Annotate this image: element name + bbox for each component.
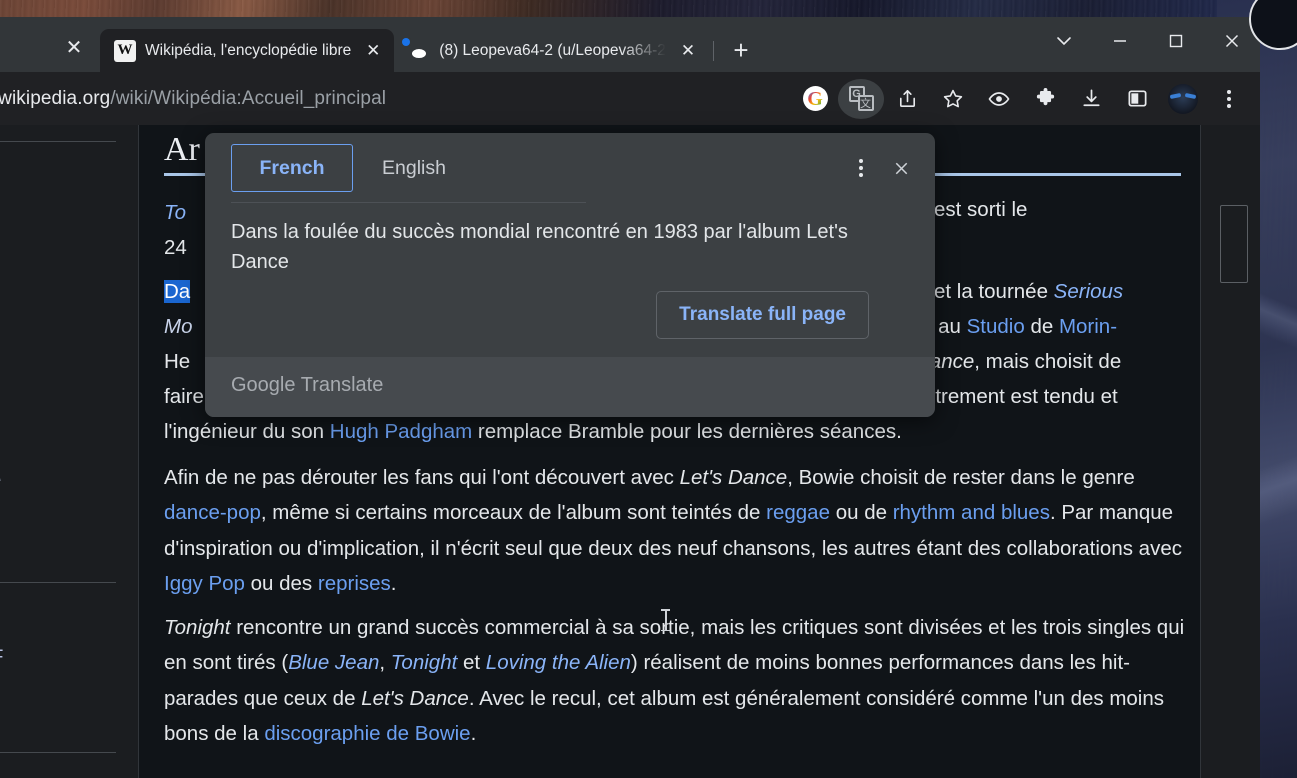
- translate-bubble: French English Dans la foulée du succès …: [205, 133, 935, 417]
- tab-title: (8) Leopeva64-2 (u/Leopeva64-2: [439, 42, 666, 60]
- translate-full-page-button[interactable]: Translate full page: [656, 291, 869, 339]
- toolbar-actions: G G文: [792, 79, 1252, 119]
- reddit-icon: [408, 40, 430, 62]
- url-path: /wiki/Wikipédia:Accueil_principal: [110, 88, 386, 109]
- tab-wikipedia[interactable]: W Wikipédia, l'encyclopédie libre ✕: [100, 29, 394, 72]
- maximize-icon[interactable]: [1148, 17, 1204, 64]
- tab-separator: [713, 41, 714, 61]
- translate-preview-text: Dans la foulée du succès mondial rencont…: [231, 217, 909, 277]
- tab-search-chevron-down-icon[interactable]: [1036, 17, 1092, 64]
- translate-bubble-body: Dans la foulée du succès mondial rencont…: [205, 203, 935, 357]
- hidden-line-4-text: Mo: [164, 315, 192, 338]
- translate-icon[interactable]: G文: [838, 79, 884, 119]
- scrollbar-thumb[interactable]: [1220, 205, 1248, 283]
- downloads-icon[interactable]: [1068, 79, 1114, 119]
- google-translate-label: Google Translate: [231, 374, 383, 396]
- paragraph-3: Tonight rencontre un grand succès commer…: [164, 610, 1192, 752]
- link-discographie-de-bowie[interactable]: discographie de Bowie: [264, 722, 470, 745]
- hidden-line-2-text: 24: [164, 236, 187, 259]
- profile-avatar[interactable]: [1160, 79, 1206, 119]
- hidden-line-1-text: To: [164, 201, 186, 224]
- link-blue-jean[interactable]: Blue Jean: [288, 651, 379, 674]
- bookmark-star-icon[interactable]: [930, 79, 976, 119]
- side-panel-icon[interactable]: [1114, 79, 1160, 119]
- link-hugh-padgham[interactable]: Hugh Padgham: [330, 420, 472, 443]
- link-reprises[interactable]: reprises: [318, 572, 391, 595]
- translate-close-icon[interactable]: [881, 148, 921, 188]
- link-tonight[interactable]: Tonight: [391, 651, 458, 674]
- eye-icon[interactable]: [976, 79, 1022, 119]
- right-fragment-1: est sorti le: [934, 192, 1192, 227]
- rail-divider: [0, 141, 116, 142]
- page-title: Ar: [164, 131, 200, 169]
- extensions-puzzle-icon[interactable]: [1022, 79, 1068, 119]
- link-loving-the-alien[interactable]: Loving the Alien: [486, 651, 631, 674]
- translate-bubble-footer: Google Translate: [205, 357, 935, 417]
- wikipedia-icon: W: [114, 40, 136, 62]
- tabs-underline: [231, 202, 586, 203]
- content-left-divider: [138, 125, 139, 778]
- tab-title: Wikipédia, l'encyclopédie libre: [145, 42, 351, 60]
- tab-strip: ✕ W Wikipédia, l'encyclopédie libre ✕ (8…: [0, 17, 1260, 72]
- window-controls: [1036, 17, 1260, 64]
- paragraph-2: Afin de ne pas dérouter les fans qui l'o…: [164, 460, 1192, 602]
- tab-source-language[interactable]: French: [231, 144, 353, 192]
- translate-bubble-header: French English: [205, 133, 935, 203]
- page-scrollbar-column[interactable]: [1200, 125, 1260, 778]
- share-icon[interactable]: [884, 79, 930, 119]
- address-bar[interactable]: fr.wikipedia.org/wiki/Wikipédia:Accueil_…: [0, 80, 792, 118]
- wikipedia-tools-rail: ge DF: [0, 125, 138, 778]
- right-fragment-2: et la tournée Serious: [934, 274, 1192, 309]
- link-dance-pop[interactable]: dance-pop: [164, 501, 261, 524]
- chrome-menu-icon[interactable]: [1206, 79, 1252, 119]
- minimize-icon[interactable]: [1092, 17, 1148, 64]
- url-text: fr.wikipedia.org/wiki/Wikipédia:Accueil_…: [0, 88, 386, 110]
- browser-toolbar: fr.wikipedia.org/wiki/Wikipédia:Accueil_…: [0, 72, 1260, 125]
- link-reggae[interactable]: reggae: [766, 501, 830, 524]
- tab-close-button[interactable]: ✕: [675, 38, 701, 64]
- google-logo-icon[interactable]: G: [792, 79, 838, 119]
- tab-reddit[interactable]: (8) Leopeva64-2 (u/Leopeva64-2 ✕: [394, 29, 709, 72]
- tab-target-language[interactable]: English: [353, 144, 475, 192]
- right-fragment-4: Dance, mais choisit de: [915, 344, 1192, 379]
- rail-divider: [0, 582, 116, 583]
- translate-options-menu-icon[interactable]: [841, 148, 881, 188]
- right-fragment-3: 4 au Studio de Morin-: [921, 309, 1192, 344]
- rail-item-pdf[interactable]: DF: [0, 647, 3, 669]
- offscreen-tab-close-button[interactable]: ✕: [60, 33, 88, 61]
- hidden-line-3-text: Da: [164, 280, 190, 303]
- rail-divider: [0, 752, 116, 753]
- url-domain: fr.wikipedia.org: [0, 88, 110, 109]
- hidden-line-5-text: He: [164, 350, 190, 373]
- translate-bubble-actions: Translate full page: [231, 277, 909, 357]
- link-iggy-pop[interactable]: Iggy Pop: [164, 572, 245, 595]
- new-tab-button[interactable]: +: [724, 33, 758, 67]
- link-rhythm-and-blues[interactable]: rhythm and blues: [893, 501, 1050, 524]
- screen: ✕ W Wikipédia, l'encyclopédie libre ✕ (8…: [0, 0, 1297, 778]
- text-cursor: [665, 609, 667, 631]
- tab-close-button[interactable]: ✕: [360, 38, 386, 64]
- rail-item-page[interactable]: ge: [0, 470, 1, 492]
